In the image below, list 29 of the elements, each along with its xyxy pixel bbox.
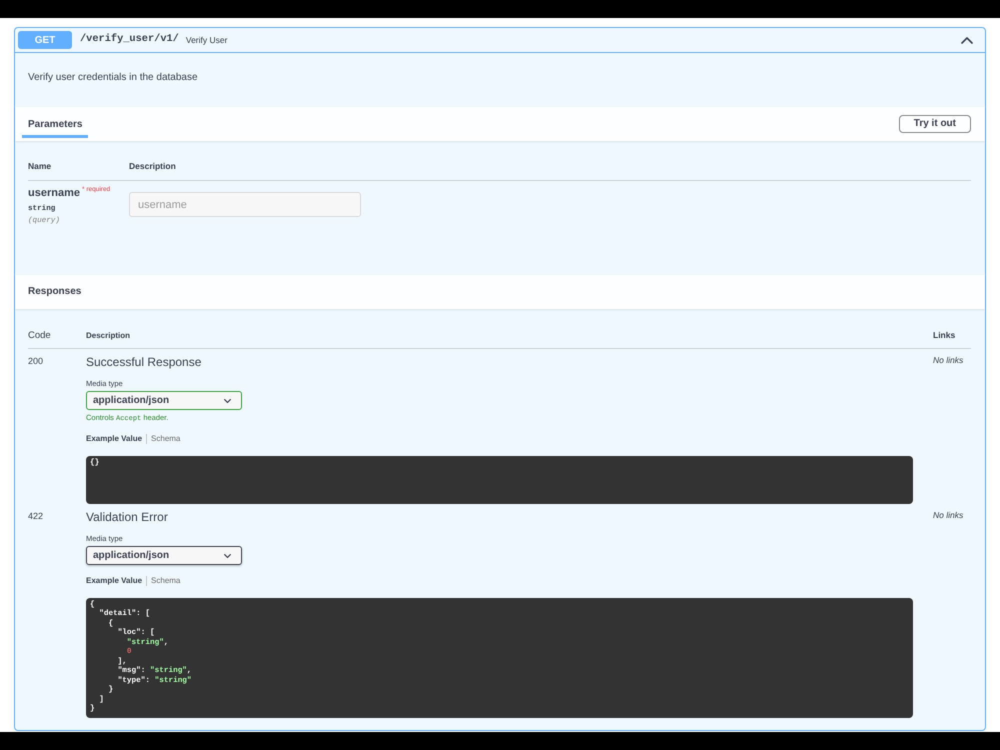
endpoint-description: Verify user credentials in the database (27, 71, 199, 85)
column-header: Name (28, 161, 52, 171)
column-header: Description (86, 330, 130, 340)
endpoint-path[interactable]: /verify_user/v1/ (80, 32, 179, 48)
caret-icon (224, 398, 231, 402)
section-tab[interactable]: Parameters (22, 107, 88, 138)
column-header: Links (933, 330, 956, 340)
media-type-select[interactable]: application/json (86, 391, 242, 410)
example-tab[interactable]: Schema (151, 434, 180, 444)
response-description: Successful Response (86, 355, 202, 369)
parameter-input-field[interactable]: username (129, 192, 361, 217)
example-tab[interactable]: Schema (151, 576, 180, 586)
response-description: Validation Error (86, 510, 168, 524)
chevron-up-icon[interactable] (961, 36, 973, 44)
try-it-out-button[interactable]: Try it out (898, 115, 971, 133)
method-label: GET (18, 31, 72, 49)
media-type-select[interactable]: application/json (86, 546, 242, 565)
links-text: No links (933, 510, 964, 520)
column-header: Description (129, 161, 176, 171)
links-text: No links (933, 355, 964, 365)
example-tab[interactable]: Example Value (86, 576, 142, 586)
status-code: 200 (28, 356, 44, 366)
example-tab[interactable]: Example Value (86, 434, 142, 444)
caret-icon (224, 554, 231, 558)
column-header: Code (28, 330, 51, 340)
section-title: Responses (28, 285, 82, 299)
endpoint-summary: Verify User (186, 34, 228, 46)
status-code: 422 (28, 510, 44, 520)
parameter-name: username (28, 187, 80, 200)
